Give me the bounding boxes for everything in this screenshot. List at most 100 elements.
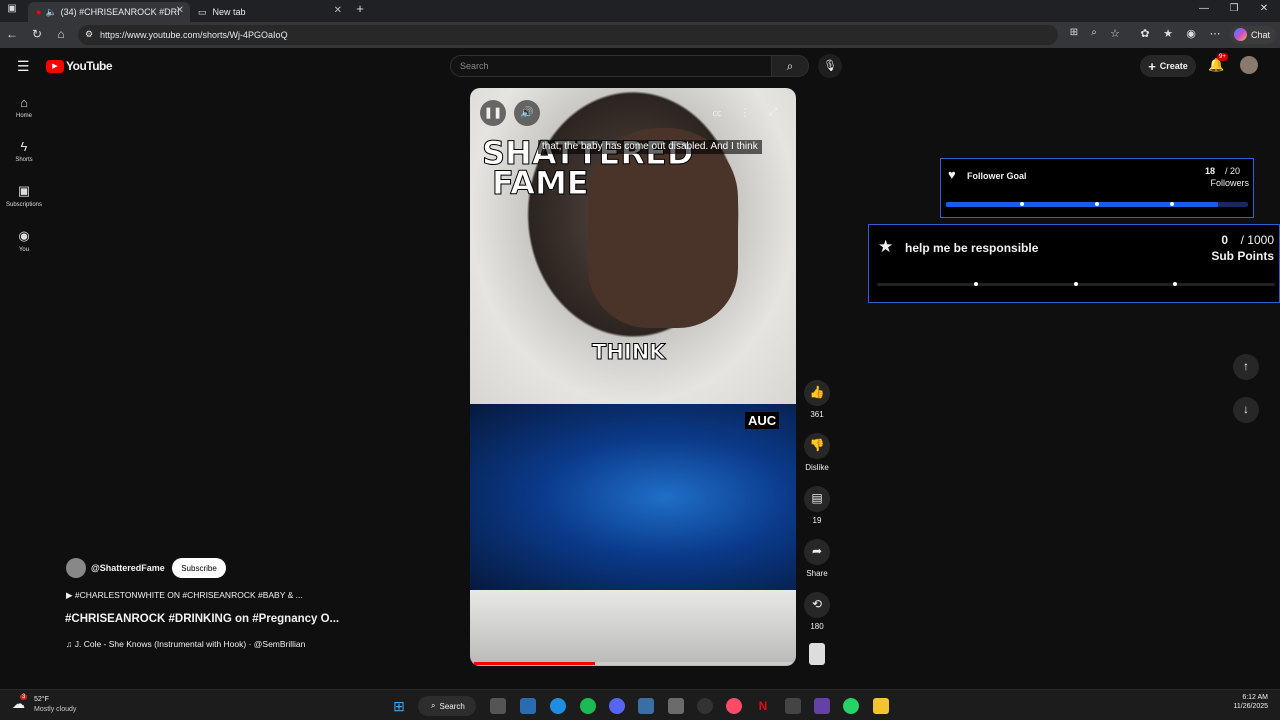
auc-logo: AUC [745,412,780,429]
speaker-icon[interactable]: 🔈 [45,7,56,18]
new-tab-button[interactable]: + [350,1,370,16]
captions-button[interactable]: ㏄ [704,100,730,126]
account-avatar[interactable] [1240,56,1258,74]
spotify-icon[interactable] [580,698,596,714]
comment-count: 19 [812,516,822,525]
sidebar-item-you[interactable]: ◉ You [4,228,44,253]
close-tab-icon[interactable]: ✕ [176,5,184,16]
netflix-icon[interactable]: N [755,698,771,714]
comments-button[interactable]: ▤ 19 [800,486,834,525]
remix-button[interactable]: ⟲ 180 [800,592,834,631]
next-video-button[interactable]: ↓ [1233,397,1259,423]
clock-date: 11/26/2025 [1233,703,1268,710]
search-button[interactable]: ⌕ [771,55,809,77]
more-vertical-icon: ⋮ [739,107,751,119]
star-icon: ★ [878,237,894,256]
tab-title: (34) #CHRISEANROCK #DRI [60,7,180,17]
more-options-button[interactable]: ⋮ [732,100,758,126]
create-button[interactable]: + Create [1140,55,1196,77]
notifications-button[interactable]: 🔔 9+ [1208,53,1228,73]
twitch-app-icon[interactable] [814,698,830,714]
progress-fill [474,662,595,665]
music-credit[interactable]: ♫ J. Cole - She Knows (Instrumental with… [66,639,305,649]
reload-icon[interactable]: ↻ [29,27,45,41]
youtube-logo[interactable]: ▶ YouTube [46,59,113,73]
pause-button[interactable]: ❚❚ [480,100,506,126]
sound-thumbnail[interactable] [809,643,825,665]
whatsapp-icon[interactable] [843,698,859,714]
dislike-button[interactable]: 👎 Dislike [800,433,834,472]
snipping-tool-icon[interactable] [638,698,654,714]
video-hashtags[interactable]: ▶ #CHARLESTONWHITE ON #CHRISEANROCK #BAB… [66,590,303,601]
close-tab-icon[interactable]: ✕ [334,5,342,16]
video-title[interactable]: #CHRISEANROCK #DRINKING on #Pregnancy O.… [65,613,339,625]
home-icon[interactable]: ⌂ [53,27,69,41]
progress-marker [1095,202,1099,206]
favorite-star-icon[interactable]: ☆ [1107,27,1123,40]
app-icon[interactable]: ⊞ [1066,27,1082,38]
close-window-button[interactable]: ✕ [1254,3,1274,14]
maximize-button[interactable]: ❐ [1224,3,1244,14]
sub-points-unit: Sub Points [1211,249,1274,263]
music-app-icon[interactable] [726,698,742,714]
sidebar-item-shorts[interactable]: ϟ Shorts [4,139,44,163]
obs-icon[interactable] [697,698,713,714]
shorts-video-player[interactable]: SHATTERED FAME that, the baby has come o… [470,88,796,666]
sidebar-item-label: Home [15,113,32,119]
follower-goal-fill [946,202,1218,207]
plus-icon: + [1148,58,1156,74]
taskbar-search-label: Search [439,701,465,711]
progress-marker [1173,282,1177,286]
capcut-icon[interactable] [785,698,801,714]
previous-video-button[interactable]: ↑ [1233,354,1259,380]
channel-name[interactable]: @ShatteredFame [91,563,165,573]
discord-icon[interactable] [609,698,625,714]
extensions-icon[interactable]: ✿ [1137,27,1153,40]
video-frame-bottom [470,590,796,666]
channel-avatar[interactable] [66,558,86,578]
menu-icon[interactable]: ☰ [17,58,30,75]
minimize-button[interactable]: — [1194,3,1214,14]
file-explorer-icon[interactable] [873,698,889,714]
clock[interactable]: 6:12 AM 11/26/2025 [1233,694,1268,710]
copilot-chat-button[interactable]: Chat [1230,26,1276,44]
tab-title: New tab [212,7,246,17]
task-view-icon[interactable] [490,698,506,714]
tab-new-tab[interactable]: ▭ New tab ✕ [190,2,348,22]
tab-actions-icon[interactable]: ▣ [4,3,20,14]
video-progress-bar[interactable] [474,662,792,665]
arrow-down-icon: ↓ [1243,402,1249,416]
back-icon[interactable]: ← [4,27,20,41]
sidebar-item-home[interactable]: ⌂ Home [4,95,44,119]
taskbar-search[interactable]: ⌕ Search [418,696,476,716]
start-button[interactable]: ⊞ [391,698,407,714]
search-input[interactable]: Search [450,55,772,77]
tab-youtube[interactable]: ● 🔈 (34) #CHRISEANROCK #DRI ✕ [28,2,190,22]
create-label: Create [1159,61,1188,71]
voice-search-button[interactable]: 🎙 [818,54,842,78]
pause-icon: ❚❚ [483,107,503,119]
zoom-icon[interactable]: ⌕ [1086,27,1102,38]
sidebar-item-label: You [18,247,30,253]
generic-app-icon[interactable] [668,698,684,714]
like-button[interactable]: 👍 361 [800,380,834,419]
fullscreen-button[interactable]: ⤢ [760,100,786,126]
more-menu-icon[interactable]: ⋯ [1207,27,1223,40]
home-icon: ⌂ [20,95,28,110]
site-info-icon[interactable]: ⚙ [85,29,93,40]
microphone-icon: 🎙 [823,60,837,72]
file-app-icon[interactable] [520,698,536,714]
progress-marker [1074,282,1078,286]
edge-browser-icon[interactable] [550,698,566,714]
follower-goal-widget: ♥ Follower Goal 18 / 20 Followers [940,158,1254,218]
profile-icon[interactable]: ◉ [1183,27,1199,40]
address-bar[interactable]: ⚙ https://www.youtube.com/shorts/Wj-4PGO… [78,25,1058,45]
favorites-icon[interactable]: ★ [1160,27,1176,40]
subscribe-button[interactable]: Subscribe [172,558,226,578]
weather-badge: 3 [20,694,28,700]
dislike-label: Dislike [805,463,829,472]
volume-button[interactable]: 🔊 [514,100,540,126]
sidebar-item-subscriptions[interactable]: ▣ Subscriptions [4,183,44,208]
share-button[interactable]: ➦ Share [800,539,834,578]
browser-tab-bar: ▣ ● 🔈 (34) #CHRISEANROCK #DRI ✕ ▭ New ta… [0,0,1280,22]
